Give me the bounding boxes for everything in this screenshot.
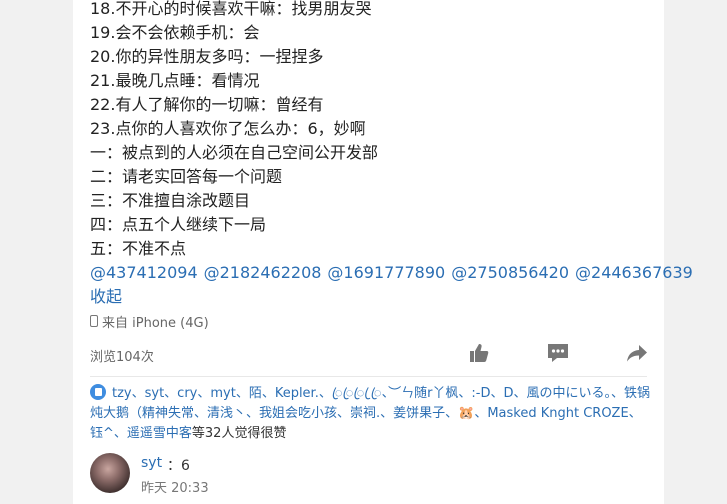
comment-text: ：6 xyxy=(167,458,190,474)
post-content: 18.不开心的时候喜欢干嘛：找男朋友哭 19.会不会依赖手机：会 20.你的异性朋友… xyxy=(90,0,378,261)
mention-link[interactable]: @437412094 xyxy=(90,263,198,282)
avatar[interactable] xyxy=(90,453,130,493)
device-info: 来自 iPhone (4G) xyxy=(90,313,209,331)
share-icon[interactable] xyxy=(626,342,648,364)
post-line: 23.点你的人喜欢你了怎么办：6，妙啊 xyxy=(90,119,366,138)
post-card: 18.不开心的时候喜欢干嘛：找男朋友哭 19.会不会依赖手机：会 20.你的异性朋友… xyxy=(73,0,693,504)
comment-icon[interactable] xyxy=(547,342,569,364)
post-line: 二：请老实回答每一个问题 xyxy=(90,167,283,186)
mention-link[interactable]: @1691777890 xyxy=(327,263,445,282)
mention-list: @437412094 @2182462208 @1691777890 @2750856… xyxy=(90,261,699,285)
comment-author[interactable]: syt xyxy=(141,455,162,471)
device-label: 来自 iPhone (4G) xyxy=(102,315,209,331)
post-line: 一：被点到的人必须在自己空间公开发部 xyxy=(90,143,379,162)
post-line: 20.你的异性朋友多吗：一捏捏多 xyxy=(90,47,324,66)
liker-names[interactable]: tzy、syt、cry、myt、陌、Kepler.、ꦿꦿꦿ ꦿꦿ、︶ㄣ随r丫枫、… xyxy=(90,386,650,441)
post-line: 四：点五个人继续下一局 xyxy=(90,215,267,234)
collapse-link[interactable]: 收起 xyxy=(90,285,122,309)
post-line: 21.最晚几点睡：看情况 xyxy=(90,71,260,90)
post-line: 五：不准不点 xyxy=(90,239,187,258)
view-count: 浏览104次 xyxy=(90,350,154,365)
post-line: 22.有人了解你的一切嘛：曾经有 xyxy=(90,95,324,114)
mention-link[interactable]: @2750856420 xyxy=(451,263,569,282)
post-line: 三：不准擅自涂改题目 xyxy=(90,191,251,210)
mention-link[interactable]: @2446367639 xyxy=(575,263,693,282)
divider xyxy=(90,376,647,377)
phone-icon xyxy=(90,315,98,327)
post-line: 18.不开心的时候喜欢干嘛：找男朋友哭 xyxy=(90,0,372,18)
comment-time: 昨天 20:33 xyxy=(141,481,209,496)
post-line: 19.会不会依赖手机：会 xyxy=(90,23,260,42)
mention-link[interactable]: @2182462208 xyxy=(204,263,322,282)
like-badge-icon xyxy=(90,384,106,400)
like-count-text: 等32人觉得很赞 xyxy=(191,426,287,441)
like-summary: tzy、syt、cry、myt、陌、Kepler.、ꦿꦿꦿ ꦿꦿ、︶ㄣ随r丫枫、… xyxy=(90,384,650,444)
like-icon[interactable] xyxy=(468,342,490,364)
